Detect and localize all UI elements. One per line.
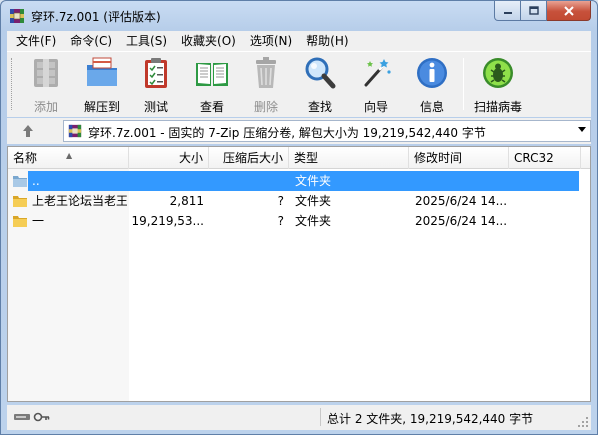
toolbar-grip[interactable]: [11, 58, 14, 110]
close-button[interactable]: [547, 1, 591, 21]
test-label: 测试: [143, 100, 168, 114]
column-header-size[interactable]: 大小: [129, 147, 209, 169]
virus-scan-button[interactable]: 扫描病毒: [469, 55, 527, 115]
row-modified: 2025/6/24 14...: [415, 194, 508, 208]
drive-key-icon[interactable]: [13, 410, 51, 424]
resize-grip-icon[interactable]: [577, 416, 589, 428]
status-summary: 总计 2 文件夹, 19,219,542,440 字节: [327, 412, 534, 426]
row-type: 文件夹: [295, 174, 332, 188]
view-book-icon: [196, 63, 228, 86]
minimize-button[interactable]: [494, 1, 521, 21]
delete-label: 删除: [253, 100, 278, 114]
menu-file[interactable]: 文件(F): [9, 31, 63, 51]
add-archive-icon: [34, 59, 58, 87]
find-label: 查找: [307, 100, 332, 114]
status-bar: 总计 2 文件夹, 19,219,542,440 字节: [7, 405, 591, 430]
column-header-crc[interactable]: CRC32: [509, 147, 581, 169]
info-icon: [417, 58, 447, 88]
trash-icon: [256, 57, 276, 88]
wizard-label: 向导: [363, 100, 388, 114]
extract-button[interactable]: 解压到: [77, 55, 127, 115]
row-type: 文件夹: [295, 194, 332, 208]
maximize-icon: [528, 6, 539, 15]
dropdown-arrow-icon[interactable]: [578, 127, 586, 132]
archive-icon: [68, 124, 82, 138]
file-list[interactable]: 名称 ▲ 大小 压缩后大小 类型 修改时间 CRC32 .. 文件夹 上老王论坛…: [7, 146, 591, 402]
info-button[interactable]: 信息: [409, 55, 455, 115]
minimize-icon: [503, 11, 512, 14]
menu-favorites[interactable]: 收藏夹(O): [174, 31, 243, 51]
status-separator: [320, 408, 321, 426]
row-packed: ?: [277, 194, 284, 208]
row-size: 2,811: [169, 194, 204, 208]
add-button[interactable]: 添加: [21, 55, 71, 115]
add-label: 添加: [33, 100, 58, 114]
menu-bar: 文件(F) 命令(C) 工具(S) 收藏夹(O) 选项(N) 帮助(H): [7, 31, 591, 51]
virus-bug-icon: [483, 58, 513, 88]
table-row[interactable]: 一 19,219,53... ? 文件夹 2025/6/24 14...: [8, 211, 590, 231]
row-name: 上老王论坛当老王: [32, 194, 127, 208]
row-name: 一: [32, 214, 45, 228]
column-header-packed[interactable]: 压缩后大小: [209, 147, 289, 169]
find-magnifier-icon: [305, 57, 336, 89]
delete-button[interactable]: 删除: [243, 55, 289, 115]
wizard-button[interactable]: 向导: [353, 55, 399, 115]
info-label: 信息: [419, 100, 444, 114]
find-button[interactable]: 查找: [297, 55, 343, 115]
column-header-type[interactable]: 类型: [289, 147, 409, 169]
address-bar: 穿环.7z.001 - 固实的 7-Zip 压缩分卷, 解包大小为 19,219…: [7, 118, 591, 144]
column-header-modified[interactable]: 修改时间: [409, 147, 509, 169]
maximize-button[interactable]: [521, 1, 547, 21]
parent-folder-icon: [13, 176, 27, 187]
extract-folder-icon: [87, 57, 117, 86]
test-button[interactable]: 测试: [133, 55, 179, 115]
row-size: 19,219,53...: [131, 214, 204, 228]
caption-buttons: [494, 1, 591, 21]
menu-commands[interactable]: 命令(C): [63, 31, 119, 51]
row-type: 文件夹: [295, 214, 332, 228]
menu-tools[interactable]: 工具(S): [119, 31, 174, 51]
row-modified: 2025/6/24 14...: [415, 214, 508, 228]
column-name-label: 名称: [13, 151, 38, 165]
winrar-window: 穿环.7z.001 (评估版本) 文件(F) 命令(C) 工具(S) 收藏夹(O…: [0, 0, 598, 435]
menu-options[interactable]: 选项(N): [243, 31, 299, 51]
folder-icon: [13, 216, 27, 227]
archive-path-text: 穿环.7z.001 - 固实的 7-Zip 压缩分卷, 解包大小为 19,219…: [88, 126, 486, 140]
wizard-wand-icon: [364, 59, 391, 87]
view-label: 查看: [199, 100, 224, 114]
table-row-parent[interactable]: .. 文件夹: [8, 171, 590, 191]
folder-icon: [13, 196, 27, 207]
list-header: 名称 ▲ 大小 压缩后大小 类型 修改时间 CRC32: [8, 147, 590, 169]
virus-scan-label: 扫描病毒: [473, 100, 522, 114]
toolbar-separator: [463, 58, 464, 110]
menu-help[interactable]: 帮助(H): [299, 31, 355, 51]
close-icon: [563, 5, 574, 16]
column-header-name[interactable]: 名称 ▲: [8, 147, 129, 169]
table-row[interactable]: 上老王论坛当老王 2,811 ? 文件夹 2025/6/24 14...: [8, 191, 590, 211]
archive-path-combobox[interactable]: 穿环.7z.001 - 固实的 7-Zip 压缩分卷, 解包大小为 19,219…: [63, 120, 591, 142]
row-packed: ?: [277, 214, 284, 228]
title-bar[interactable]: 穿环.7z.001 (评估版本): [1, 1, 597, 31]
test-clipboard-icon: [145, 58, 167, 88]
up-arrow-icon[interactable]: [19, 122, 37, 140]
row-name: ..: [32, 174, 40, 188]
window-title: 穿环.7z.001 (评估版本): [31, 10, 161, 24]
toolbar: 添加 解压到 测试 查看 删除 查找 向导 信息 扫描病毒: [7, 51, 591, 117]
winrar-app-icon[interactable]: [9, 8, 25, 24]
sort-ascending-icon: ▲: [66, 151, 73, 160]
view-button[interactable]: 查看: [187, 55, 237, 115]
extract-label: 解压到: [83, 100, 120, 114]
